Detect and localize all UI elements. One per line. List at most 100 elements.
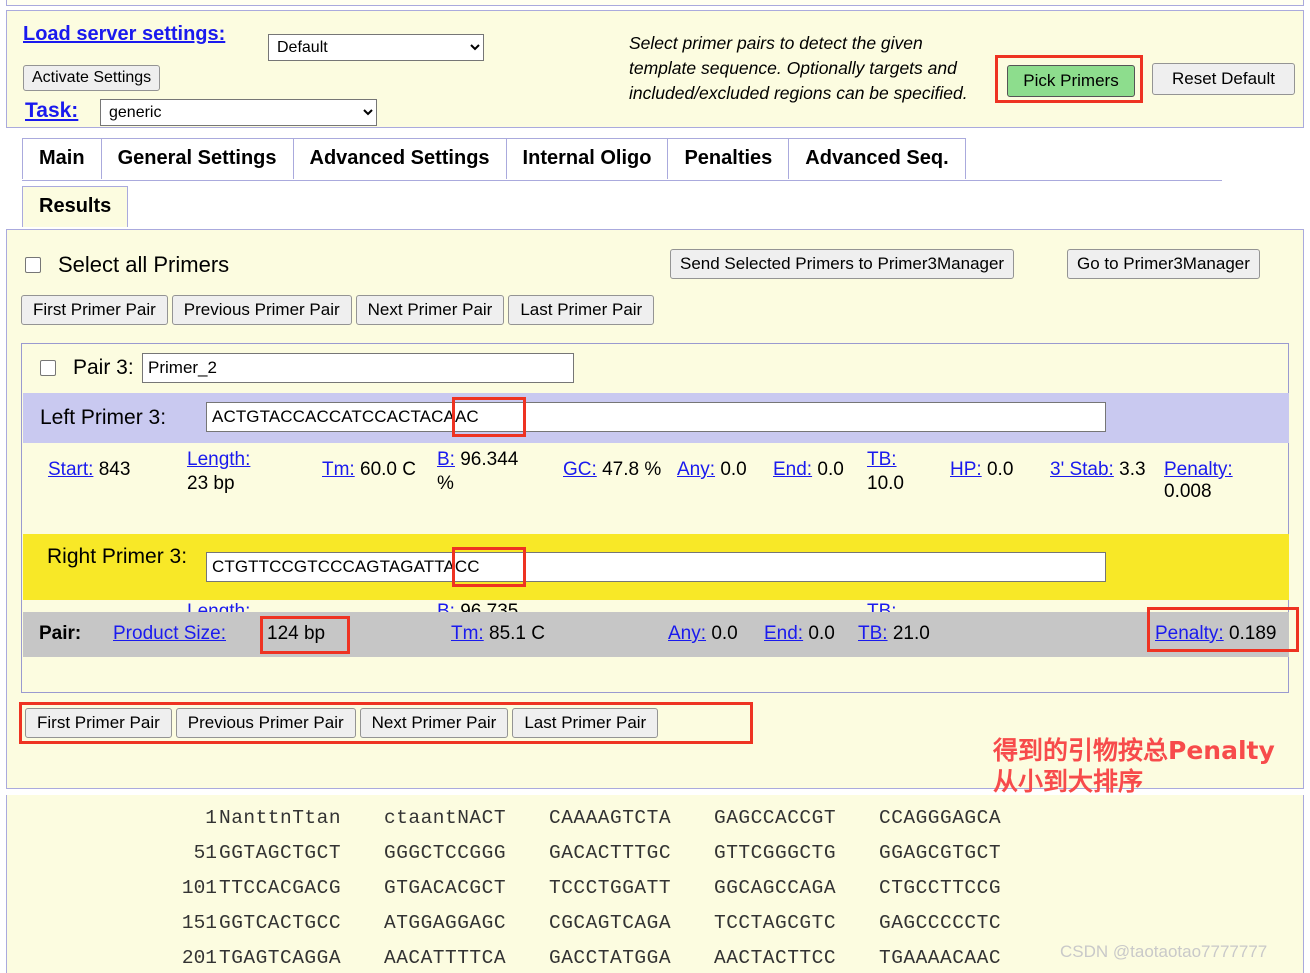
sequence-line-number: 201: [181, 947, 217, 969]
activate-settings-button[interactable]: Activate Settings: [23, 65, 161, 91]
left-any-link[interactable]: Any:: [677, 459, 715, 480]
pick-primers-button[interactable]: Pick Primers: [1007, 65, 1135, 97]
next-primer-pair-button-top[interactable]: Next Primer Pair: [355, 295, 505, 325]
pair-summary-label: Pair:: [39, 623, 82, 644]
sequence-chunk: GTGACACGCT: [384, 877, 507, 899]
next-primer-pair-button-bottom[interactable]: Next Primer Pair: [359, 708, 509, 738]
sequence-chunk: CCAGGGAGCA: [879, 807, 1002, 829]
primer3-results-page: Load server settings: Default Activate S…: [0, 0, 1310, 973]
left-primer-sequence-input[interactable]: [206, 402, 1106, 432]
pair-summary-row: Pair: Product Size: 124 bp Tm: 85.1 C An…: [23, 607, 1299, 657]
first-primer-pair-button-top[interactable]: First Primer Pair: [21, 295, 168, 325]
left-start-link[interactable]: Start:: [48, 459, 93, 480]
sequence-chunk: TGAGTCAGGA: [219, 947, 342, 969]
pair-any-link[interactable]: Any:: [668, 623, 706, 644]
left-penalty-link[interactable]: Penalty:: [1164, 459, 1233, 480]
sequence-chunk: ctaantNACT: [384, 807, 507, 829]
left-start-value: 843: [98, 459, 131, 480]
right-primer-sequence-input[interactable]: [206, 552, 1106, 582]
pick-primers-highlight: Pick Primers: [995, 55, 1143, 103]
left-b-link[interactable]: B:: [437, 449, 455, 470]
go-to-primer3manager-button[interactable]: Go to Primer3Manager: [1067, 249, 1260, 279]
pair-header: Pair 3:: [40, 356, 144, 380]
tab-internal-oligo[interactable]: Internal Oligo: [505, 138, 669, 179]
task-select[interactable]: generic: [100, 99, 377, 126]
tab-penalties[interactable]: Penalties: [667, 138, 790, 179]
pair-tm-value: 85.1 C: [489, 623, 545, 644]
left-3stab-value: 3.3: [1119, 459, 1146, 480]
load-server-settings-row: Load server settings:: [23, 23, 225, 46]
previous-primer-pair-button-top[interactable]: Previous Primer Pair: [171, 295, 352, 325]
sequence-line: 1 NanttnTtan ctaantNACT CAAAAGTCTA GAGCCACCG…: [7, 807, 1303, 842]
chinese-annotation-line2: 从小到大排序: [993, 767, 1144, 796]
sequence-chunk: NanttnTtan: [219, 807, 342, 829]
navigation-buttons-bottom: First Primer Pair Previous Primer Pair N…: [25, 708, 659, 738]
left-hp-link[interactable]: HP:: [950, 459, 982, 480]
pair-tb-link[interactable]: TB:: [858, 623, 888, 644]
tab-main[interactable]: Main: [22, 138, 102, 179]
left-end-link[interactable]: End:: [773, 459, 812, 480]
secondary-tab-bar: Results: [22, 186, 129, 227]
left-tb-link[interactable]: TB:: [867, 449, 897, 470]
previous-primer-pair-button-bottom[interactable]: Previous Primer Pair: [175, 708, 356, 738]
pair-end-value: 0.0: [808, 623, 835, 644]
select-all-primers-row: Select all Primers: [25, 252, 229, 278]
last-primer-pair-button-top[interactable]: Last Primer Pair: [508, 295, 655, 325]
left-gc-value: 47.8 %: [602, 459, 662, 480]
right-primer-band: Right Primer 3:: [23, 534, 1289, 600]
server-settings-select[interactable]: Default: [268, 34, 484, 61]
left-tm-link[interactable]: Tm:: [322, 459, 355, 480]
navigation-buttons-top: First Primer Pair Previous Primer Pair N…: [21, 295, 655, 325]
left-any-value: 0.0: [720, 459, 747, 480]
left-primer-stats: Start: 843 Length: 23 bp Tm: 60.0 C B: 9…: [32, 448, 1282, 510]
sequence-chunk: TCCCTGGATT: [549, 877, 672, 899]
pair-tb-value: 21.0: [892, 623, 930, 644]
sequence-line: 51 GGTAGCTGCT GGGCTCCGGG GACACTTTGC GTTCGGGC…: [7, 842, 1303, 877]
sequence-chunk: TGAAAACAAC: [879, 947, 1002, 969]
pair-tm-link[interactable]: Tm:: [451, 623, 484, 644]
sequence-line: 101 TTCCACGACG GTGACACGCT TCCCTGGATT GGCAGCC…: [7, 877, 1303, 912]
tab-general-settings[interactable]: General Settings: [100, 138, 294, 179]
results-panel: Select all Primers Send Selected Primers…: [6, 229, 1304, 789]
product-size-link[interactable]: Product Size:: [113, 623, 226, 645]
sequence-chunk: ATGGAGGAGC: [384, 912, 507, 934]
sequence-chunk: TCCTAGCGTC: [714, 912, 837, 934]
sequence-line-number: 51: [193, 842, 217, 864]
sequence-chunk: GAGCCCCCTC: [879, 912, 1002, 934]
first-primer-pair-button-bottom[interactable]: First Primer Pair: [25, 708, 172, 738]
left-penalty-value: 0.008: [1164, 481, 1212, 502]
last-primer-pair-button-bottom[interactable]: Last Primer Pair: [512, 708, 659, 738]
sequence-chunk: TTCCACGACG: [219, 877, 342, 899]
left-gc-link[interactable]: GC:: [563, 459, 597, 480]
left-tm-value: 60.0 C: [360, 459, 416, 480]
task-link[interactable]: Task:: [25, 99, 78, 123]
sequence-chunk: AACATTTTCA: [384, 947, 507, 969]
sequence-chunk: CGCAGTCAGA: [549, 912, 672, 934]
tab-results[interactable]: Results: [22, 186, 129, 227]
left-3stab-link[interactable]: 3' Stab:: [1050, 459, 1114, 480]
select-all-primers-checkbox[interactable]: [25, 257, 41, 273]
reset-default-button[interactable]: Reset Default: [1152, 63, 1295, 95]
left-length-link[interactable]: Length:: [187, 449, 250, 470]
sequence-chunk: GAGCCACCGT: [714, 807, 837, 829]
tab-advanced-settings[interactable]: Advanced Settings: [292, 138, 507, 179]
settings-panel: Load server settings: Default Activate S…: [6, 10, 1304, 128]
left-primer-band: Left Primer 3:: [23, 393, 1289, 443]
navigation-buttons-bottom-highlight: First Primer Pair Previous Primer Pair N…: [19, 702, 753, 744]
pair-penalty-highlight: [1147, 607, 1299, 652]
load-server-settings-link[interactable]: Load server settings:: [23, 23, 225, 46]
tab-advanced-seq[interactable]: Advanced Seq.: [788, 138, 966, 179]
sequence-chunk: GGAGCGTGCT: [879, 842, 1002, 864]
tab-underline: [22, 180, 1222, 181]
chinese-annotation: 得到的引物按总Penalty 从小到大排序: [993, 735, 1293, 797]
left-length-value: 23 bp: [187, 473, 235, 494]
primer-pair-card: Pair 3: Left Primer 3: Start: 843 Length…: [21, 343, 1299, 693]
primary-tab-bar: Main General Settings Advanced Settings …: [22, 138, 966, 179]
sequence-line-number: 151: [181, 912, 217, 934]
pair-end-link[interactable]: End:: [764, 623, 803, 644]
sequence-chunk: GACACTTTGC: [549, 842, 672, 864]
pair-select-checkbox[interactable]: [40, 360, 56, 376]
send-selected-primers-button[interactable]: Send Selected Primers to Primer3Manager: [670, 249, 1015, 279]
pair-name-input[interactable]: [142, 353, 574, 383]
sequence-chunk: GTTCGGGCTG: [714, 842, 837, 864]
